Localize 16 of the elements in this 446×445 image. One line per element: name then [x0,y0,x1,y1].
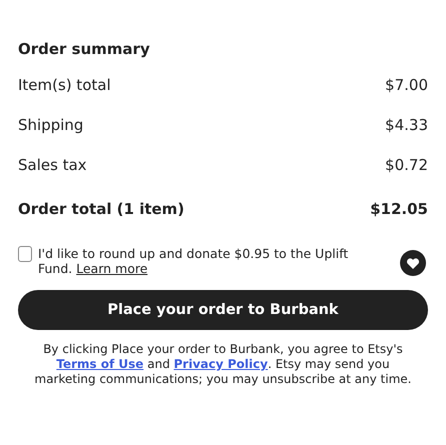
policy-link[interactable]: Terms of Use [56,357,144,371]
donate-checkbox[interactable] [18,246,32,262]
order-summary-heading: Order summary [18,40,151,58]
summary-label: Shipping [18,116,84,134]
summary-label: Item(s) total [18,76,111,94]
learn-more-link[interactable]: Learn more [76,261,148,276]
disclaimer-text: By clicking Place your order to Burbank, you agree to Etsy's Terms of Use and Privacy Policy. Etsy may send you marketing communications; you may unsubscribe at any time. [34,342,412,387]
summary-amount: $7.00 [385,76,428,94]
summary-amount: $12.05 [370,200,428,218]
policy-link[interactable]: Privacy Policy [174,357,268,371]
donation-text: I'd like to round up and donate $0.95 to the Uplift Fund. Learn more [38,246,350,276]
summary-label: Sales tax [18,156,87,174]
summary-amount: $4.33 [385,116,428,134]
place-order-button[interactable]: Place your order to Burbank [18,290,428,330]
summary-amount: $0.72 [385,156,428,174]
summary-label: Order total (1 item) [18,200,184,218]
